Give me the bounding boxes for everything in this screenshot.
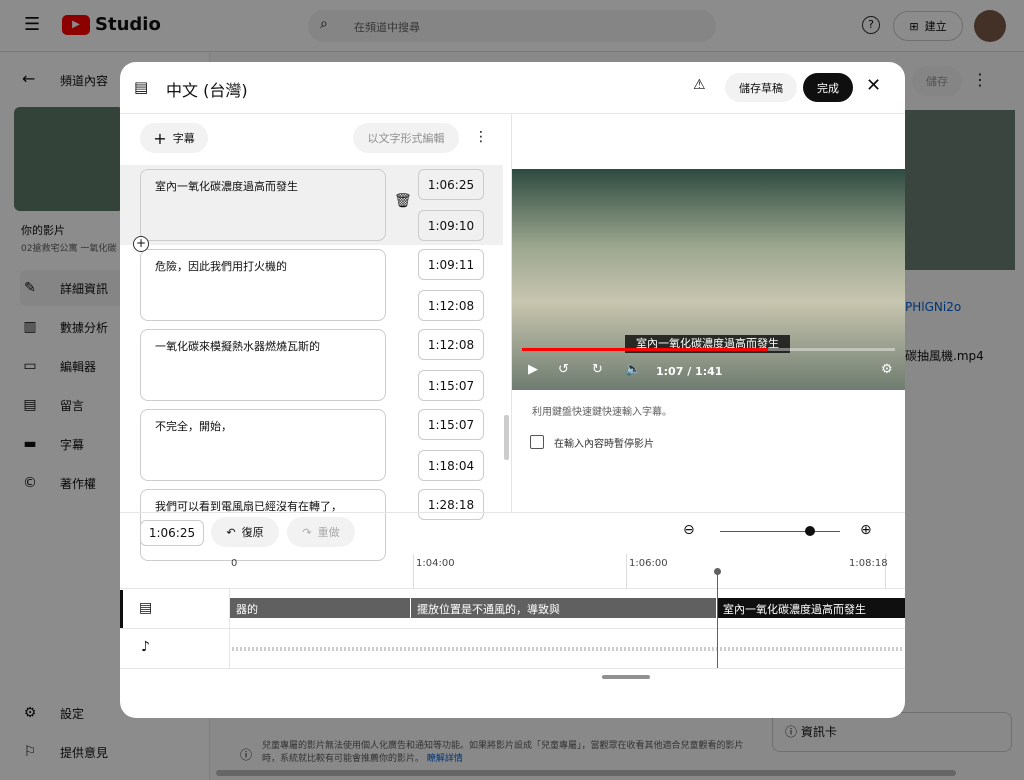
insert-cue-icon[interactable]: + (133, 236, 149, 252)
done-button[interactable]: 完成 (803, 73, 853, 102)
redo-button[interactable]: ↷ 重做 (287, 517, 355, 547)
settings-icon[interactable]: ⚙ (881, 362, 893, 377)
cue-end-time[interactable]: 1:09:10 (418, 210, 484, 241)
timeline-segment-active[interactable]: 室內一氧化碳濃度過高而發生 (717, 598, 905, 618)
divider (120, 628, 905, 629)
audio-track-icon: ♪ (141, 639, 150, 655)
zoom-slider-knob[interactable] (805, 526, 815, 536)
add-caption-label: 字幕 (172, 132, 195, 145)
cue-end-time[interactable]: 1:15:07 (418, 370, 484, 401)
delete-icon[interactable]: 🗑 (394, 193, 412, 209)
cue-start-time[interactable]: 1:28:18 (418, 489, 484, 520)
divider (120, 668, 905, 669)
rewind-10-icon[interactable]: ↺ (558, 362, 569, 377)
audio-waveform (232, 647, 902, 651)
ruler-label: 1:04:00 (416, 558, 455, 569)
report-icon[interactable]: ⚠ (693, 77, 706, 93)
player-time: 1:07 / 1:41 (656, 365, 723, 378)
cue-text: 室內一氧化碳濃度過高而發生 (155, 180, 298, 193)
dialog-title: 中文 (台灣) (166, 81, 248, 100)
ruler-label: 0 (231, 558, 238, 569)
timeline-scrollbar[interactable] (602, 675, 650, 679)
edit-as-text-button[interactable]: 以文字形式編輯 (353, 123, 459, 153)
cue-list-scrollbar[interactable] (504, 415, 509, 460)
cue-text: 危險，因此我們用打火機的 (155, 260, 287, 273)
cue-end-time[interactable]: 1:18:04 (418, 450, 484, 481)
ruler-label: 1:06:00 (629, 558, 668, 569)
plus-icon: + (153, 128, 167, 148)
cue-text: 不完全，開始， (155, 420, 232, 433)
cue-start-time[interactable]: 1:06:25 (418, 169, 484, 200)
current-time-field[interactable]: 1:06:25 (140, 520, 204, 546)
divider (120, 588, 905, 589)
cue-start-time[interactable]: 1:15:07 (418, 409, 484, 440)
redo-icon: ↷ (302, 525, 312, 539)
pause-while-typing-label[interactable]: 在輸入內容時暫停影片 (554, 435, 654, 450)
playhead[interactable] (714, 568, 721, 668)
subtitle-track-icon: ▤ (139, 600, 153, 616)
cue-text-input[interactable]: 危險，因此我們用打火機的 (140, 249, 386, 321)
track-selected-indicator (120, 590, 123, 628)
add-caption-button[interactable]: + 字幕 (140, 123, 208, 153)
divider (120, 512, 905, 513)
cue-end-time[interactable]: 1:12:08 (418, 290, 484, 321)
forward-10-icon[interactable]: ↻ (592, 362, 603, 377)
video-player[interactable]: 室內一氧化碳濃度過高而發生 ▶ ↺ ↻ 🔈 1:07 / 1:41 ⚙ (512, 169, 905, 390)
playhead-handle[interactable] (714, 568, 721, 575)
shortcut-hint: 利用鍵盤快速鍵快速輸入字幕。 (532, 407, 672, 418)
more-vert-icon[interactable]: ⋮ (474, 129, 488, 145)
cue-text-input[interactable]: 室內一氧化碳濃度過高而發生 (140, 169, 386, 241)
subtitle-editor-dialog: ▤ 中文 (台灣) ⚠ 儲存草稿 完成 ✕ + 字幕 以文字形式編輯 ⋮ 室內一氧… (120, 62, 905, 718)
play-icon[interactable]: ▶ (528, 362, 538, 377)
undo-label: 復原 (241, 526, 264, 539)
zoom-out-icon[interactable]: ⊖ (683, 522, 695, 538)
cue-start-time[interactable]: 1:12:08 (418, 329, 484, 360)
undo-button[interactable]: ↶ 復原 (211, 517, 279, 547)
redo-label: 重做 (317, 526, 340, 539)
close-icon[interactable]: ✕ (866, 75, 881, 96)
cue-start-time[interactable]: 1:09:11 (418, 249, 484, 280)
zoom-in-icon[interactable]: ⊕ (860, 522, 872, 538)
player-progress-fill (522, 348, 769, 351)
timeline-segment[interactable]: 擺放位置是不通風的，導致與 (411, 598, 716, 618)
undo-icon: ↶ (226, 525, 236, 539)
subtitles-icon: ▤ (134, 78, 149, 96)
timeline-segment[interactable]: 器的 (230, 598, 410, 618)
ruler-label: 1:08:18 (849, 558, 888, 569)
player-progress-track[interactable] (522, 348, 895, 351)
cue-text: 一氧化碳來模擬熱水器燃燒瓦斯的 (155, 340, 320, 353)
cue-text-input[interactable]: 不完全，開始， (140, 409, 386, 481)
cue-text-input[interactable]: 一氧化碳來模擬熱水器燃燒瓦斯的 (140, 329, 386, 401)
zoom-slider[interactable] (720, 526, 840, 536)
save-draft-button[interactable]: 儲存草稿 (725, 73, 797, 102)
pause-while-typing-checkbox[interactable] (530, 435, 544, 449)
dialog-header: ▤ 中文 (台灣) ⚠ 儲存草稿 完成 ✕ (120, 62, 905, 114)
volume-icon[interactable]: 🔈 (625, 362, 641, 377)
